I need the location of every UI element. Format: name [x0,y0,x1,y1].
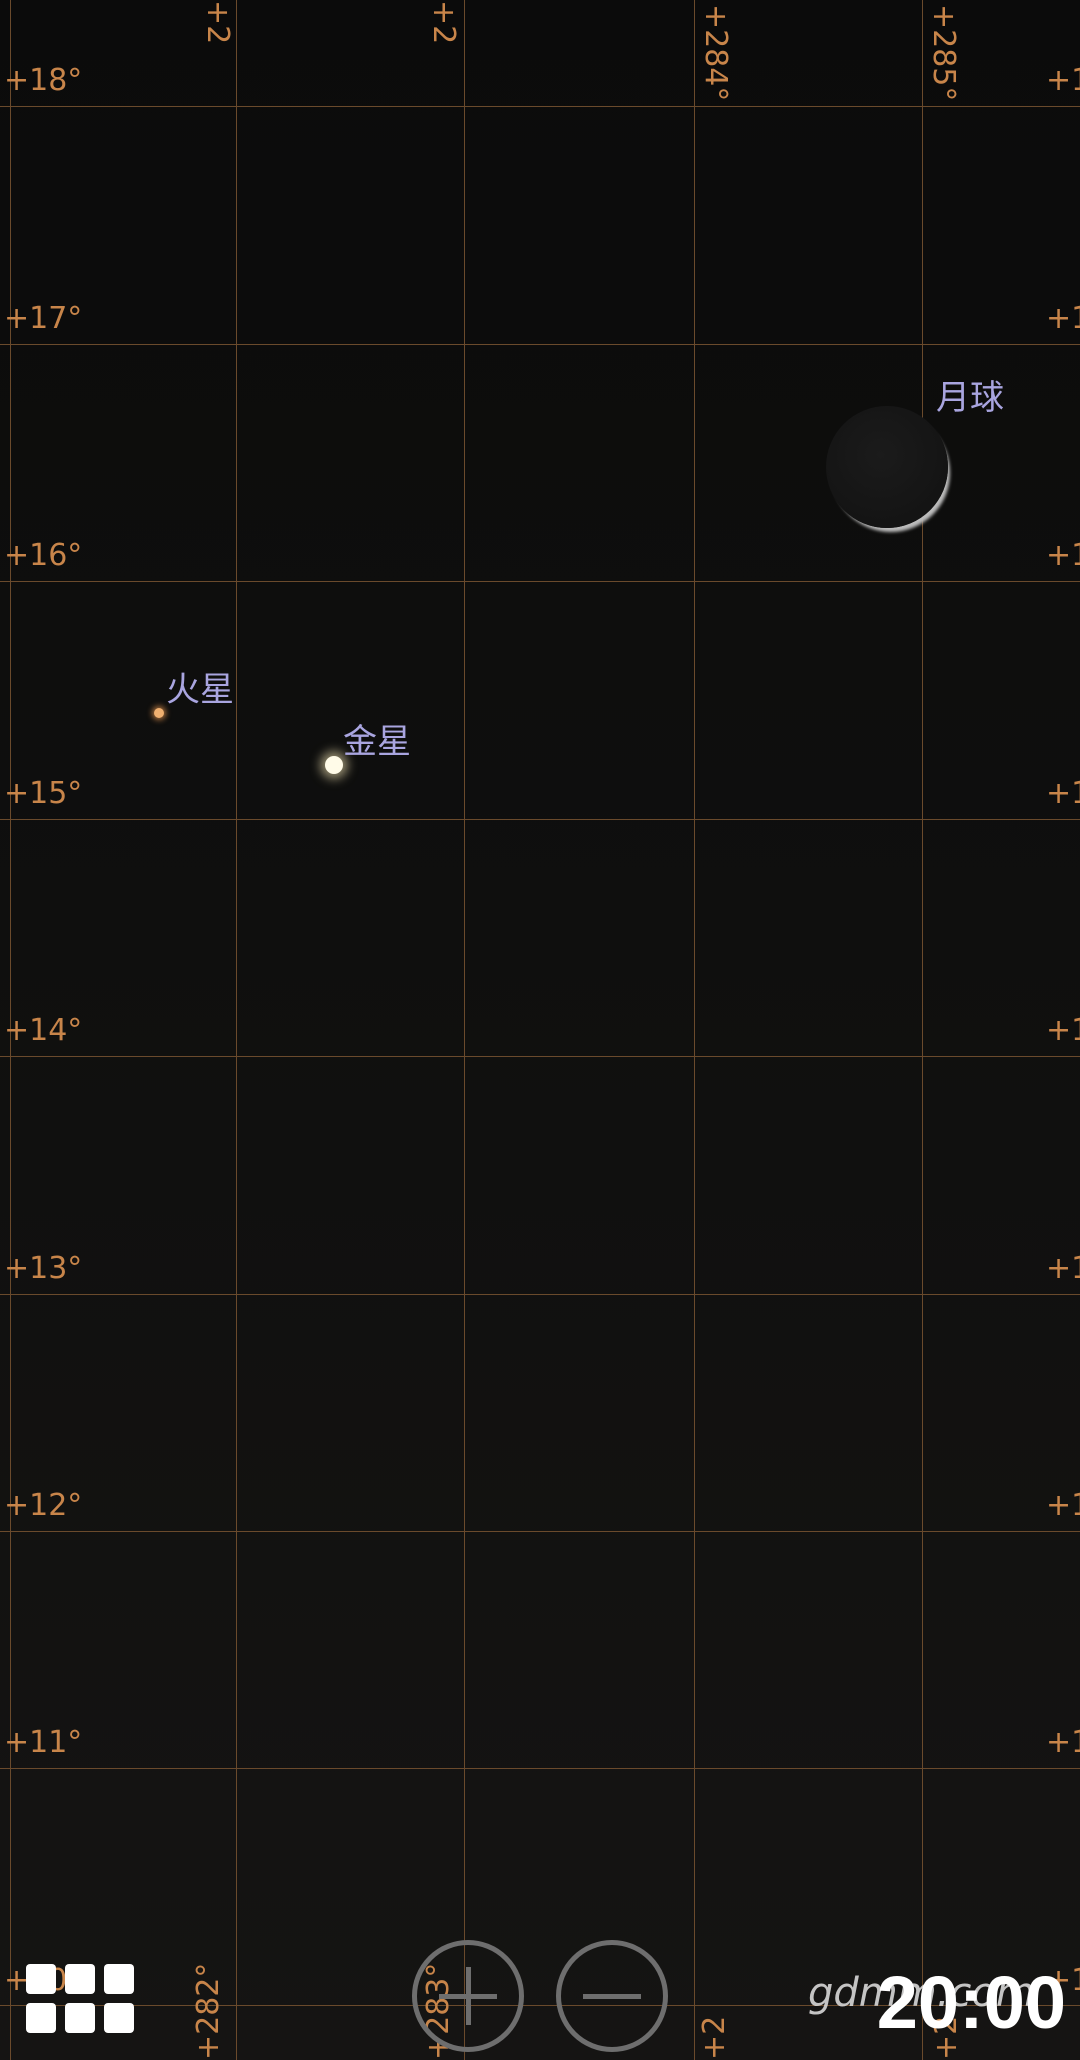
dec-grid-line [0,1531,1080,1532]
ra-grid-line [236,0,237,2060]
ra-label-top: +2 [426,0,461,45]
dec-grid-line [0,819,1080,820]
dec-label-right: +1 [1046,301,1080,336]
dec-label: +12° [4,1488,83,1523]
zoom-out-icon[interactable] [556,1940,668,2052]
ra-grid-line [694,0,695,2060]
dec-label-right: +1 [1046,1488,1080,1523]
time-display[interactable]: 20:00 [877,1966,1066,2040]
venus-object[interactable] [325,756,343,774]
ra-grid-line [464,0,465,2060]
dec-label: +16° [4,538,83,573]
ra-label-top: +2 [200,0,235,45]
grid-menu-cell [104,1964,134,1994]
dec-label-right: +1 [1046,1725,1080,1760]
ra-grid-line [922,0,923,2060]
dec-grid-line [0,581,1080,582]
dec-grid-line [0,1768,1080,1769]
zoom-in-vertical-bar [466,1967,471,2025]
moon-label[interactable]: 月球 [936,370,1004,419]
dec-grid-line [0,106,1080,107]
dec-label: +17° [4,301,83,336]
sky-map[interactable]: +18° +17° +16° +15° +14° +13° +12° +11° … [0,0,1080,2060]
grid-menu-icon[interactable] [26,1964,134,2036]
zoom-out-horizontal-bar [583,1994,641,1999]
dec-grid-line [0,344,1080,345]
grid-menu-cell [104,2003,134,2033]
dec-grid-line [0,1056,1080,1057]
grid-menu-cell [65,1964,95,1994]
dec-label: +18° [4,63,83,98]
dec-label-right: +1 [1046,776,1080,811]
grid-menu-cell [26,2003,56,2033]
zoom-in-icon[interactable] [412,1940,524,2052]
dec-label-right: +1 [1046,1251,1080,1286]
mars-object[interactable] [154,708,164,718]
dec-label: +13° [4,1251,83,1286]
dec-label-right: +1 [1046,63,1080,98]
dec-label: +15° [4,776,83,811]
ra-label-top: +285° [926,4,961,102]
dec-label: +11° [4,1725,83,1760]
dec-grid-line [0,1294,1080,1295]
venus-label[interactable]: 金星 [343,714,411,763]
dec-label-right: +1 [1046,1013,1080,1048]
mars-label[interactable]: 火星 [166,662,234,711]
ra-label-top: +284° [698,4,733,102]
grid-menu-cell [26,1964,56,1994]
grid-menu-cell [65,2003,95,2033]
dec-label-right: +1 [1046,538,1080,573]
ra-label-bottom: +2 [697,2015,732,2060]
ra-label-bottom: +282° [191,1962,226,2060]
moon-object[interactable] [826,406,948,528]
dec-label: +14° [4,1013,83,1048]
